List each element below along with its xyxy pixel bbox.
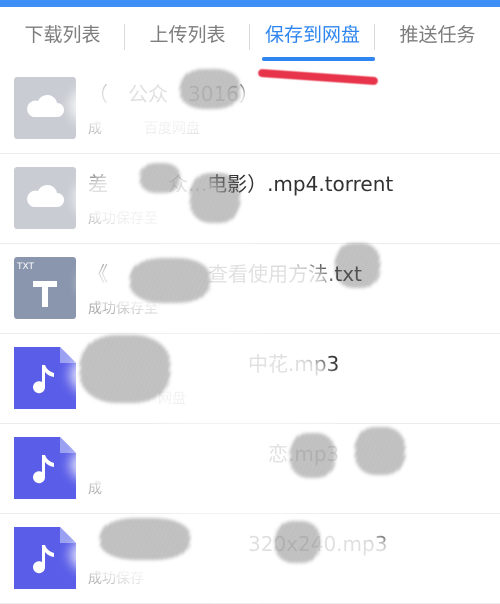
tab-download-list[interactable]: 下载列表 — [0, 7, 125, 63]
redaction-scribble — [140, 163, 180, 193]
music-icon — [14, 347, 76, 409]
tab-upload-list[interactable]: 上传列表 — [125, 7, 250, 63]
music-icon — [14, 437, 76, 499]
cloud-icon — [14, 77, 76, 139]
redaction-scribble — [100, 518, 190, 560]
redaction-scribble — [80, 335, 170, 403]
tab-save-to-netdisk[interactable]: 保存到网盘 — [250, 7, 375, 63]
redaction-scribble — [190, 173, 240, 223]
status-bar-strip — [0, 0, 500, 7]
txt-icon: TXT — [14, 257, 76, 319]
tab-divider — [124, 24, 125, 50]
active-tab-indicator — [262, 57, 375, 61]
tab-bar: 下载列表 上传列表 保存到网盘 推送任务 — [0, 7, 500, 63]
txt-tag: TXT — [16, 262, 35, 272]
redaction-scribble — [335, 243, 380, 288]
redaction-scribble — [180, 69, 240, 109]
transfer-list: （ 公众 3016） 成 百度网盘 差 众...电影）.mp4.torrent … — [0, 63, 500, 604]
redaction-scribble — [130, 258, 210, 303]
music-icon — [14, 527, 76, 589]
redaction-scribble — [355, 427, 405, 475]
tab-divider — [249, 24, 250, 50]
cloud-icon — [14, 167, 76, 229]
redaction-scribble — [275, 521, 320, 563]
tab-push-tasks[interactable]: 推送任务 — [375, 7, 500, 63]
redaction-scribble — [290, 433, 335, 478]
tab-divider — [374, 24, 375, 50]
